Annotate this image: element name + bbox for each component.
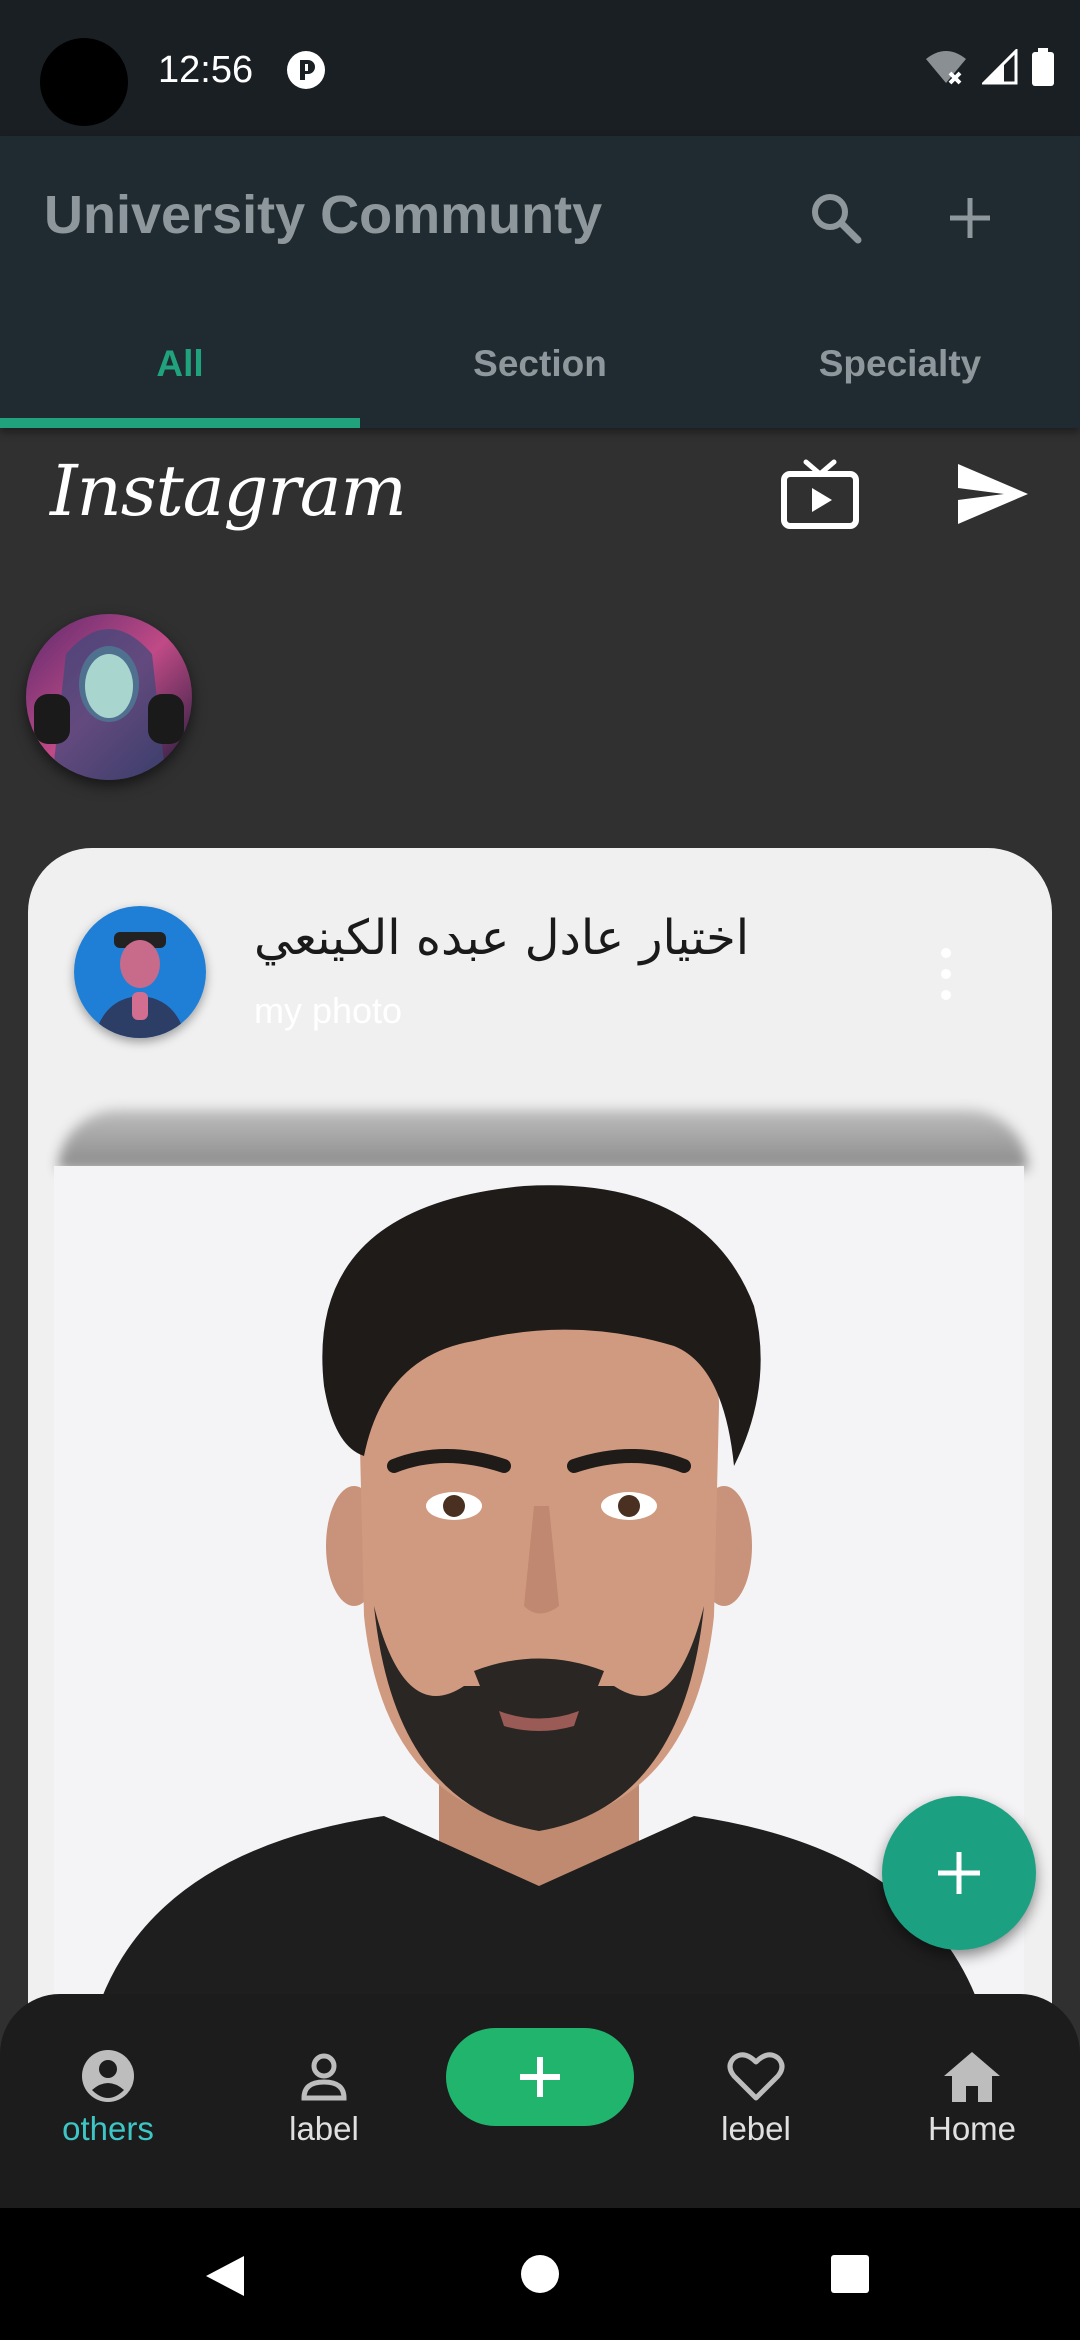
- recents-icon[interactable]: [830, 2254, 870, 2294]
- tab-bar: All Section Specialty: [0, 316, 1080, 428]
- app-title: University Communty: [44, 185, 603, 245]
- heart-outline-icon: [727, 2052, 785, 2101]
- notification-app-icon: [287, 51, 325, 89]
- post-photo[interactable]: [54, 1166, 1024, 2048]
- photo-shadow: [58, 1110, 1028, 1170]
- add-button[interactable]: [930, 178, 1010, 258]
- plus-icon: [520, 2057, 560, 2097]
- tab-indicator: [0, 418, 360, 428]
- bottom-navigation: others label lebel Home: [0, 1994, 1080, 2208]
- send-icon[interactable]: [954, 460, 1032, 528]
- post-author-name: اختيار عادل عبده الكينعي: [254, 910, 750, 966]
- status-time: 12:56: [158, 49, 254, 91]
- search-button[interactable]: [796, 178, 876, 258]
- status-bar: 12:56: [0, 0, 1080, 136]
- battery-icon: [1032, 48, 1054, 86]
- tab-section[interactable]: Section: [360, 316, 720, 428]
- story-avatar[interactable]: [26, 614, 192, 780]
- more-options-icon[interactable]: [934, 948, 958, 1000]
- search-icon: [812, 194, 862, 244]
- person-outline-icon: [301, 2053, 347, 2101]
- post-subtitle: my photo: [254, 990, 403, 1031]
- floating-add-button[interactable]: [882, 1796, 1036, 1950]
- tab-specialty[interactable]: Specialty: [720, 316, 1080, 428]
- nav-item-others[interactable]: others: [28, 2048, 188, 2148]
- nav-item-lebel[interactable]: lebel: [676, 2048, 836, 2148]
- home-icon: [944, 2052, 1000, 2102]
- wifi-off-icon: [926, 51, 966, 85]
- back-icon[interactable]: [204, 2254, 246, 2298]
- nav-center-add-button[interactable]: [446, 2028, 634, 2126]
- nav-label-others: others: [62, 2110, 154, 2147]
- plus-icon: [938, 1852, 980, 1894]
- system-navigation-bar: [0, 2208, 1080, 2340]
- instagram-logo: Instagram: [50, 450, 407, 532]
- nav-item-home[interactable]: Home: [892, 2048, 1052, 2148]
- tab-all[interactable]: All: [0, 316, 360, 428]
- home-circle-icon[interactable]: [520, 2254, 560, 2294]
- post-author-avatar[interactable]: [74, 906, 206, 1038]
- nav-item-label[interactable]: label: [244, 2048, 404, 2148]
- app-bar: University Communty All Section Specialt…: [0, 136, 1080, 428]
- nav-label-home: Home: [927, 2110, 1017, 2147]
- status-icons: [924, 48, 1054, 86]
- camera-cutout: [40, 38, 128, 126]
- plus-icon: [950, 198, 990, 238]
- nav-label-label: label: [289, 2110, 359, 2147]
- account-circle-icon: [82, 2050, 134, 2102]
- nav-label-lebel: lebel: [721, 2110, 791, 2147]
- igtv-icon[interactable]: [780, 458, 860, 530]
- signal-icon: [982, 49, 1018, 85]
